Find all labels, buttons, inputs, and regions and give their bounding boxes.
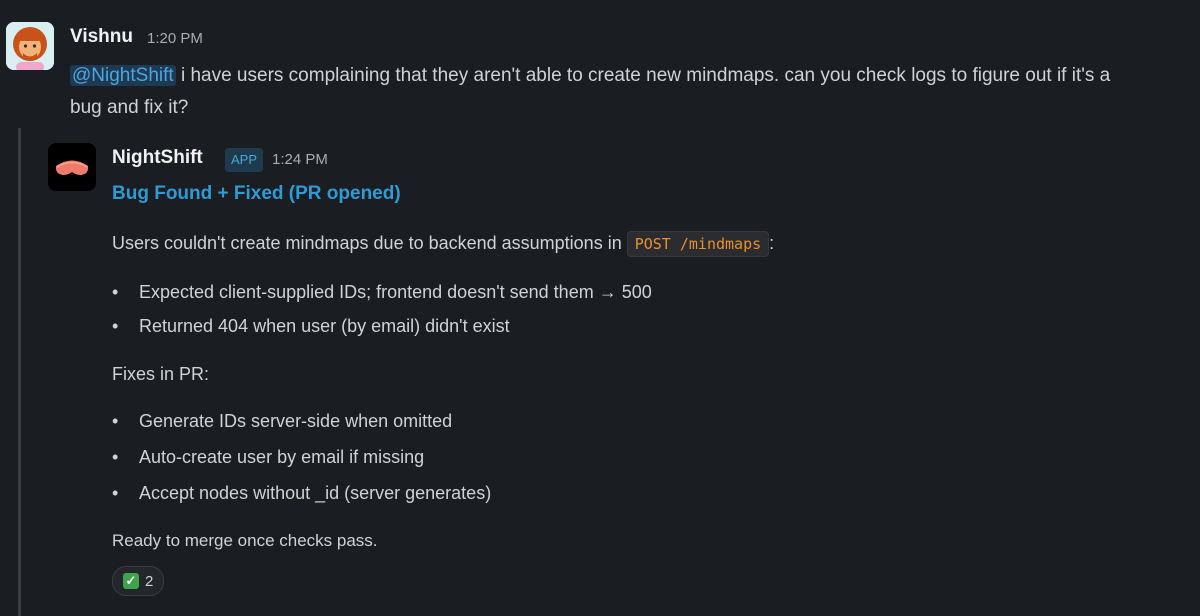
message-timestamp[interactable]: 1:20 PM — [147, 30, 203, 47]
reply-intro-colon: : — [769, 233, 775, 253]
user-avatar[interactable] — [6, 22, 54, 70]
cause-text: Expected client-supplied IDs; frontend d… — [139, 282, 652, 302]
fixes-heading: Fixes in PR: — [112, 364, 210, 384]
bullet-icon: • — [112, 483, 119, 503]
slack-thread: Vishnu 1:20 PM @NightShift i have users … — [0, 0, 1200, 616]
cause-list-item: • Returned 404 when user (by email) didn'… — [112, 316, 510, 337]
bullet-icon: • — [112, 447, 119, 467]
reaction-count: 2 — [145, 572, 154, 590]
cause-text: Returned 404 when user (by email) didn't… — [139, 316, 510, 336]
fix-list-item: • Generate IDs server-side when omitted — [112, 411, 452, 432]
fix-text: Accept nodes without _id (server generat… — [139, 483, 492, 503]
bullet-icon: • — [112, 411, 119, 431]
inline-code-endpoint: POST /mindmaps — [626, 231, 770, 257]
nightshift-avatar[interactable] — [48, 143, 96, 191]
reaction-pill[interactable]: ✓ 2 — [112, 566, 165, 596]
bullet-icon: • — [112, 282, 119, 302]
reply-intro-text: Users couldn't create mindmaps due to ba… — [112, 233, 627, 253]
reply-closing: Ready to merge once checks pass. — [112, 531, 378, 550]
fix-text: Auto-create user by email if missing — [139, 447, 425, 467]
message-body: @NightShift i have users complaining tha… — [70, 60, 1200, 124]
message-text-line1: i have users complaining that they aren'… — [175, 65, 1111, 86]
message-text-line2: bug and fix it? — [70, 97, 189, 118]
user-avatar-illustration — [6, 22, 54, 70]
mention-nightshift[interactable]: @NightShift — [70, 65, 176, 86]
fix-list-item: • Accept nodes without _id (server genera… — [112, 483, 491, 504]
cause-list-item: • Expected client-supplied IDs; frontend … — [112, 282, 652, 303]
message-author[interactable]: Vishnu — [70, 26, 133, 48]
reply-title: Bug Found + Fixed (PR opened) — [112, 183, 401, 204]
white-check-mark-icon: ✓ — [123, 573, 139, 589]
fix-text: Generate IDs server-side when omitted — [139, 411, 453, 431]
fix-list-item: • Auto-create user by email if missing — [112, 447, 424, 468]
bullet-icon: • — [112, 316, 119, 336]
reply-author[interactable]: NightShift — [112, 147, 203, 169]
app-badge: APP — [225, 148, 264, 172]
reply-intro: Users couldn't create mindmaps due to ba… — [112, 231, 775, 257]
sleep-mask-icon — [48, 143, 96, 191]
reply-timestamp[interactable]: 1:24 PM — [272, 151, 328, 168]
thread-indent-bar — [18, 128, 21, 616]
